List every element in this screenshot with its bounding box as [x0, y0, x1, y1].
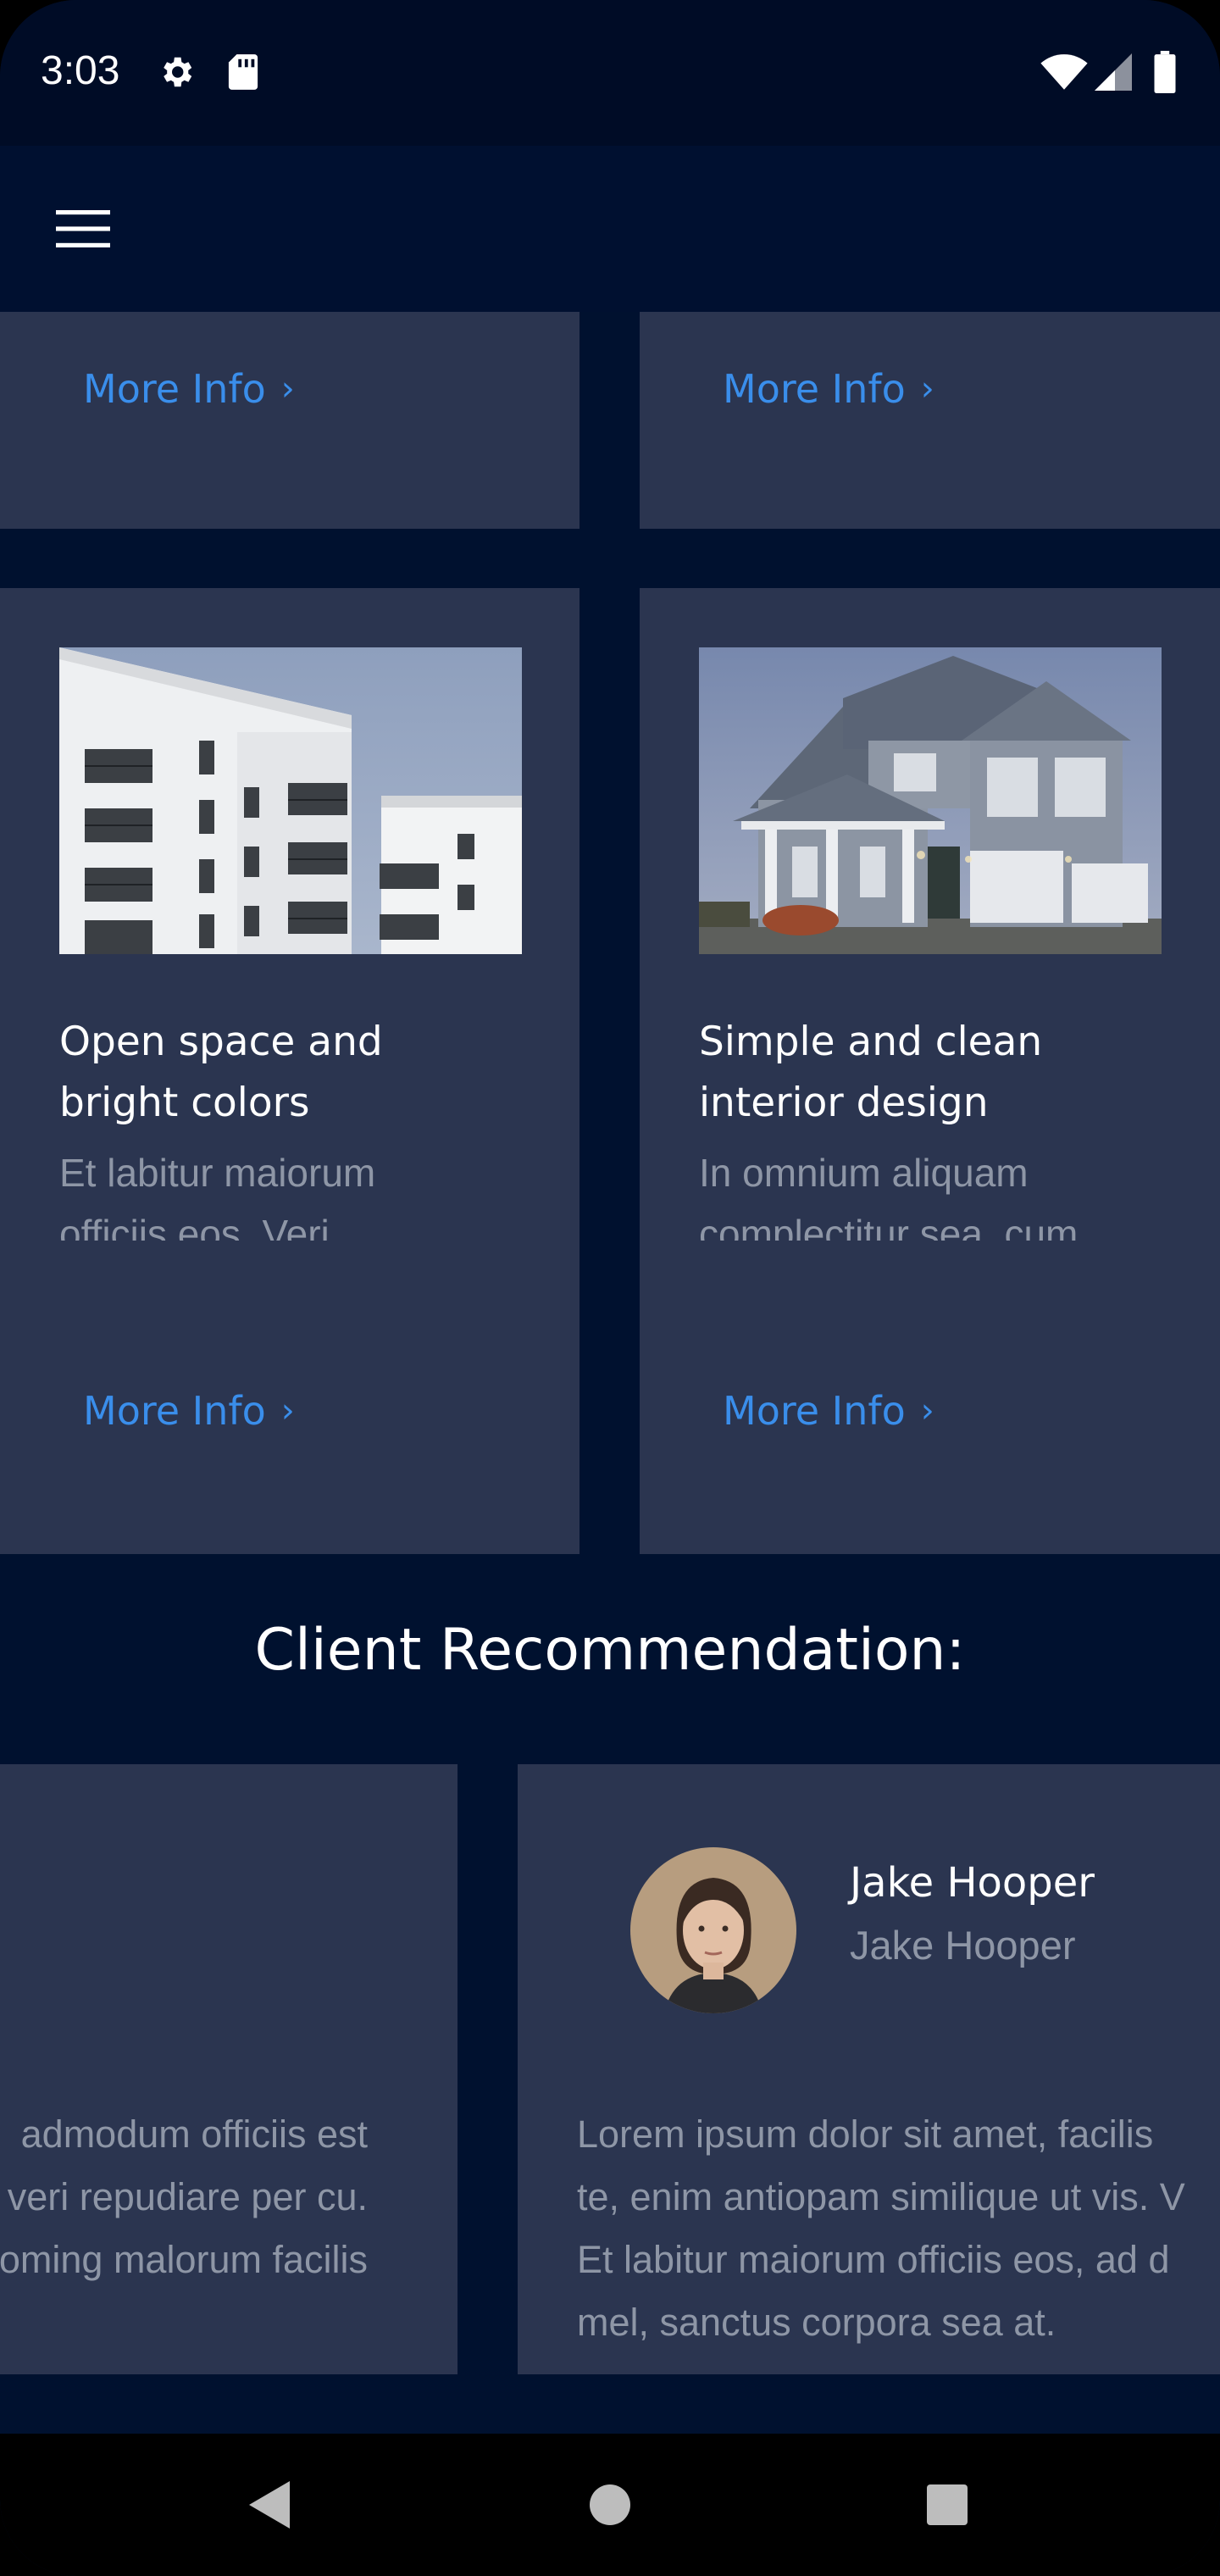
more-info-label: More Info [723, 1388, 906, 1434]
section-title: Client Recommendation: [254, 1617, 966, 1684]
more-info-label: More Info [723, 366, 906, 412]
cellular-signal-icon [1095, 53, 1132, 91]
scroll-content[interactable]: More Info › More Info › Open space and b… [0, 312, 1220, 2434]
more-info-link[interactable]: More Info › [83, 366, 295, 412]
property-image-apartment [59, 647, 522, 954]
chevron-right-icon: › [920, 1391, 934, 1430]
recommendation-line: Lorem ipsum dolor sit amet, facilis [577, 2112, 1154, 2156]
recommendation-card: Jake Hooper Jake Hooper Lorem ipsum dolo… [518, 1764, 1220, 2374]
wifi-icon [1040, 54, 1088, 90]
property-card: More Info › [640, 312, 1220, 529]
status-bar: 3:03 [0, 0, 1220, 146]
card-description-line: Et labitur maiorum [59, 1151, 376, 1195]
home-icon[interactable] [588, 2483, 632, 2527]
card-title-line: interior design [699, 1080, 989, 1126]
recommendation-line: admodum officiis est [20, 2112, 368, 2156]
recommendation-text: admodum officiis est veri repudiare per … [0, 2103, 368, 2291]
card-title-line: bright colors [59, 1080, 310, 1126]
recommendation-line: mel, sanctus corpora sea at. [577, 2301, 1056, 2344]
more-info-label: More Info [83, 1388, 266, 1434]
battery-icon [1154, 51, 1176, 93]
chevron-right-icon: › [920, 369, 934, 408]
hamburger-menu-icon[interactable] [56, 210, 110, 247]
recommender-name: Jake Hooper [850, 1859, 1095, 1907]
recommendation-card: admodum officiis est veri repudiare per … [0, 1764, 458, 2374]
card-title: Simple and clean interior design [699, 1012, 1173, 1134]
avatar [630, 1847, 796, 2013]
card-title-line: Open space and [59, 1019, 383, 1065]
recommendation-line: Et labitur maiorum officiis eos, ad d [577, 2238, 1170, 2281]
card-title-line: Simple and clean [699, 1019, 1043, 1065]
chevron-right-icon: › [280, 369, 295, 408]
property-card: Open space and bright colors Et labitur … [0, 588, 580, 1554]
recommendation-line: te, enim antiopam similique ut vis. V [577, 2175, 1185, 2218]
card-description-line: complectitur sea, cum [699, 1212, 1079, 1241]
property-card: More Info › [0, 312, 580, 529]
recommendation-line: veri repudiare per cu. [7, 2175, 368, 2218]
phone-screen: 3:03 More Info › More Info › Open space … [0, 0, 1220, 2576]
recommendation-line: oming malorum facilis [0, 2238, 368, 2281]
recommender-role: Jake Hooper [850, 1923, 1076, 1968]
app-toolbar [0, 146, 1220, 312]
back-icon[interactable] [246, 2479, 293, 2530]
more-info-link[interactable]: More Info › [723, 366, 934, 412]
more-info-link[interactable]: More Info › [723, 1388, 934, 1434]
recommendation-text: Lorem ipsum dolor sit amet, facilis te, … [577, 2103, 1185, 2354]
recents-icon[interactable] [925, 2483, 969, 2527]
more-info-link[interactable]: More Info › [83, 1388, 295, 1434]
system-navigation-bar [0, 2434, 1220, 2576]
property-image-house [699, 647, 1162, 954]
sd-card-icon [228, 54, 258, 90]
card-description: Et labitur maiorum officiis eos. Veri [59, 1142, 534, 1241]
more-info-label: More Info [83, 366, 266, 412]
card-description-line: In omnium aliquam [699, 1151, 1029, 1195]
property-card: Simple and clean interior design In omni… [640, 588, 1220, 1554]
card-description: In omnium aliquam complectitur sea, cum [699, 1142, 1173, 1241]
card-title: Open space and bright colors [59, 1012, 534, 1134]
card-description-line: officiis eos. Veri [59, 1212, 330, 1241]
settings-icon [164, 57, 192, 87]
chevron-right-icon: › [280, 1391, 295, 1430]
status-time: 3:03 [41, 48, 120, 93]
